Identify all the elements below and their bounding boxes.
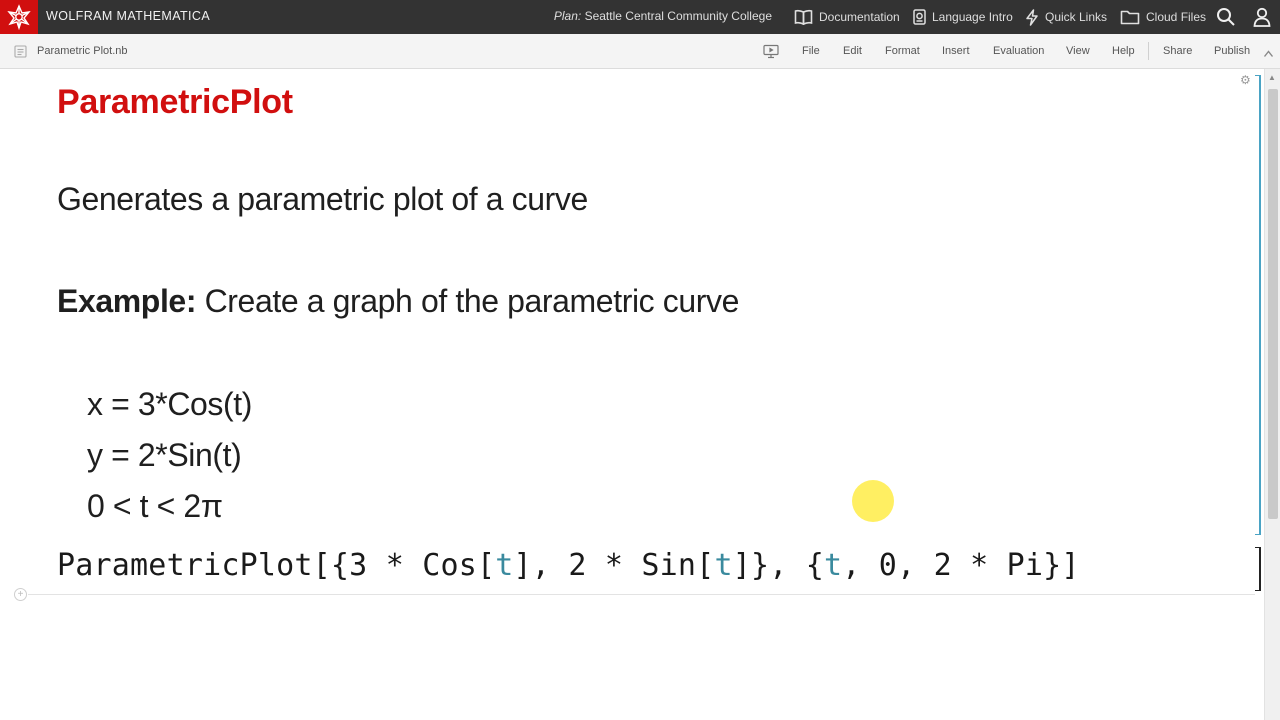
brand-name[interactable]: WOLFRAM MATHEMATICA [46, 9, 210, 23]
cloud-files-link[interactable]: Cloud Files [1120, 0, 1206, 34]
code-variable: t [495, 548, 514, 583]
menu-insert[interactable]: Insert [942, 45, 970, 57]
menu-divider [1148, 42, 1149, 60]
menu-view[interactable]: View [1066, 45, 1090, 57]
share-button[interactable]: Share [1163, 45, 1192, 57]
input-cell-bracket[interactable] [1255, 547, 1261, 591]
code-segment: ParametricPlot[{3 * Cos[ [57, 548, 496, 583]
folder-icon [1120, 10, 1140, 25]
plan-label: Plan: [553, 9, 582, 23]
input-cell[interactable]: ParametricPlot[{3 * Cos[t], 2 * Sin[t]},… [57, 548, 1080, 583]
example-label: Example: [57, 283, 197, 319]
cell-options-icon[interactable]: ⚙ [1240, 73, 1251, 87]
menu-edit[interactable]: Edit [843, 45, 862, 57]
code-variable: t [714, 548, 733, 583]
lightning-icon [1026, 8, 1038, 26]
user-icon[interactable] [1253, 7, 1271, 32]
menu-file[interactable]: File [802, 45, 820, 57]
vertical-scrollbar[interactable]: ▲ [1264, 69, 1280, 720]
scrollbar-thumb[interactable] [1268, 89, 1278, 519]
notebook-area[interactable]: ParametricPlot Generates a parametric pl… [0, 69, 1264, 720]
presenter-monitor-icon[interactable] [763, 44, 780, 64]
code-segment: ], 2 * Sin[ [513, 548, 715, 583]
notebook-name[interactable]: Parametric Plot.nb [37, 45, 127, 57]
top-bar: WOLFRAM MATHEMATICA Plan: Seattle Centra… [0, 0, 1280, 34]
language-intro-label: Language Intro [932, 10, 1013, 24]
menu-evaluation[interactable]: Evaluation [993, 45, 1044, 57]
plan-value: Seattle Central Community College [584, 9, 772, 23]
example-text-cell[interactable]: Example: Create a graph of the parametri… [57, 283, 739, 320]
plan-info: Plan: Seattle Central Community College [554, 9, 772, 23]
notebook-title-cell[interactable]: ParametricPlot [57, 83, 293, 122]
documentation-label: Documentation [819, 10, 900, 24]
scroll-up-icon[interactable]: ▲ [1268, 73, 1276, 82]
menu-format[interactable]: Format [885, 45, 920, 57]
search-icon[interactable] [1216, 7, 1236, 32]
cloud-files-label: Cloud Files [1146, 10, 1207, 24]
menu-bar: Parametric Plot.nb File Edit Format Inse… [0, 34, 1280, 69]
text-cell-bracket[interactable] [1255, 75, 1261, 535]
quick-links-link[interactable]: Quick Links [1025, 0, 1107, 34]
equation-x[interactable]: x = 3*Cos(t) [87, 386, 252, 423]
publish-button[interactable]: Publish [1214, 45, 1250, 57]
collapse-toolbar-icon[interactable] [1263, 45, 1274, 63]
menu-help[interactable]: Help [1112, 45, 1135, 57]
book-icon [794, 9, 813, 25]
quick-links-label: Quick Links [1045, 10, 1108, 24]
code-segment: ]}, { [732, 548, 825, 583]
example-text: Create a graph of the parametric curve [196, 283, 740, 319]
spikey-logo-icon[interactable] [0, 0, 38, 34]
equation-y[interactable]: y = 2*Sin(t) [87, 437, 242, 474]
language-intro-link[interactable]: Language Intro [913, 0, 1013, 34]
cell-insertion-line[interactable] [28, 594, 1255, 595]
equation-t-range[interactable]: 0 < t < 2π [87, 488, 223, 525]
notebook-icon [14, 45, 27, 63]
description-text-cell[interactable]: Generates a parametric plot of a curve [57, 181, 588, 218]
document-icon [913, 9, 926, 25]
documentation-link[interactable]: Documentation [794, 0, 900, 34]
code-variable: t [824, 548, 843, 583]
code-segment: , 0, 2 * Pi}] [842, 548, 1080, 583]
mouse-cursor-highlight [852, 480, 894, 522]
add-cell-icon[interactable]: + [14, 588, 27, 601]
